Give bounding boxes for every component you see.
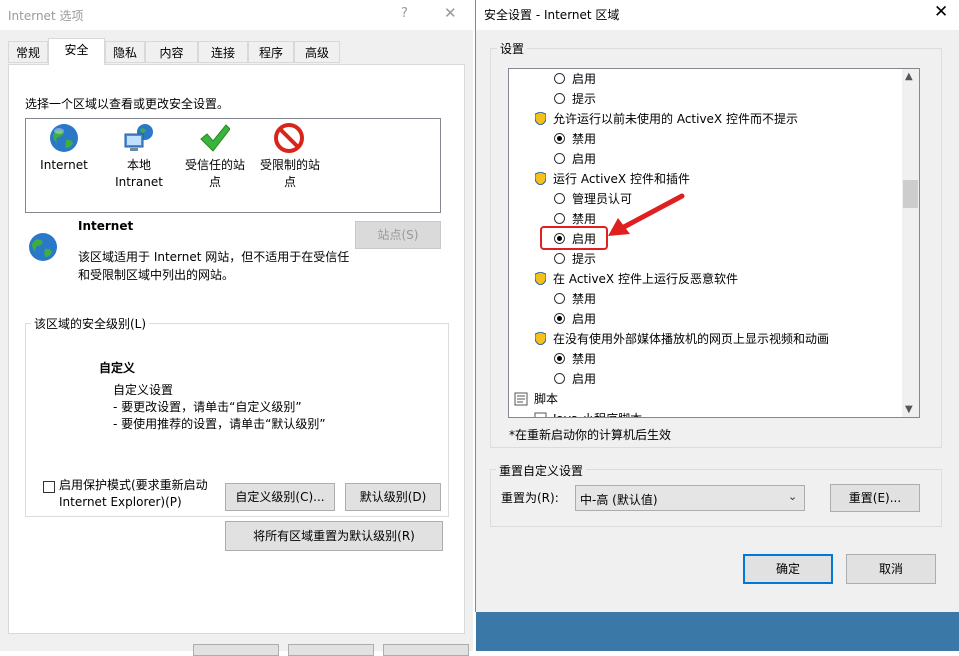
zone-intranet-label: 本地 Intranet bbox=[115, 158, 163, 189]
radio-button[interactable] bbox=[554, 93, 565, 104]
radio-button[interactable] bbox=[554, 373, 565, 384]
reset-to-label: 重置为(R): bbox=[501, 491, 559, 505]
security-level-description: 自定义设置 - 要更改设置，请单击“自定义级别” - 要使用推荐的设置，请单击“… bbox=[113, 382, 326, 433]
radio-label: 提示 bbox=[572, 252, 597, 266]
custom-level-button[interactable]: 自定义级别(C)... bbox=[225, 483, 335, 511]
radio-button[interactable] bbox=[554, 313, 565, 324]
tab-security[interactable]: 安全 bbox=[48, 38, 105, 65]
tab-content[interactable]: 内容 bbox=[145, 41, 198, 63]
shield-icon bbox=[535, 332, 546, 345]
section-heading: 脚本 bbox=[534, 392, 559, 406]
zone-restricted-label: 受限制的站点 bbox=[259, 158, 320, 189]
globe-icon bbox=[29, 233, 57, 261]
ok-button[interactable] bbox=[193, 644, 279, 656]
zone-trusted-label: 受信任的站点 bbox=[184, 158, 245, 189]
tab-general[interactable]: 常规 bbox=[8, 41, 48, 63]
zone-intranet[interactable]: 本地 Intranet bbox=[104, 120, 174, 192]
internet-options-title: Internet 选项 bbox=[8, 9, 84, 23]
shield-icon bbox=[535, 272, 546, 285]
globe-icon bbox=[50, 124, 78, 152]
reset-button[interactable]: 重置(E)... bbox=[830, 484, 920, 512]
checkmark-icon bbox=[200, 124, 230, 152]
protected-mode-label: 启用保护模式(要求重新启动 Internet Explorer)(P) bbox=[59, 478, 208, 509]
radio-button[interactable] bbox=[554, 213, 565, 224]
level-line: 自定义设置 bbox=[113, 383, 174, 397]
setting-heading: 运行 ActiveX 控件和插件 bbox=[553, 172, 690, 186]
close-button[interactable]: ✕ bbox=[444, 4, 457, 22]
apply-button[interactable] bbox=[383, 644, 469, 656]
tab-privacy[interactable]: 隐私 bbox=[105, 41, 145, 63]
script-icon bbox=[534, 412, 547, 417]
close-button[interactable]: ✕ bbox=[934, 2, 948, 22]
reset-to-value: 中-高 (默认值) bbox=[580, 493, 658, 507]
radio-label: 禁用 bbox=[572, 352, 597, 366]
zone-prompt: 选择一个区域以查看或更改安全设置。 bbox=[25, 97, 230, 111]
sites-button[interactable]: 站点(S) bbox=[355, 221, 441, 249]
restricted-icon bbox=[274, 123, 304, 153]
radio-label: 禁用 bbox=[572, 292, 597, 306]
desktop-background bbox=[476, 612, 959, 651]
selected-zone-title: Internet bbox=[78, 219, 134, 233]
reset-to-select[interactable]: 中-高 (默认值) ⌄ bbox=[575, 485, 805, 511]
zone-trusted[interactable]: 受信任的站点 bbox=[180, 120, 250, 192]
radio-label: 启用 bbox=[572, 72, 597, 86]
level-line: - 要使用推荐的设置，请单击“默认级别” bbox=[113, 417, 326, 431]
radio-button[interactable] bbox=[554, 193, 565, 204]
level-line: - 要更改设置，请单击“自定义级别” bbox=[113, 400, 302, 414]
radio-label: 启用 bbox=[572, 152, 597, 166]
highlight-box bbox=[540, 226, 608, 250]
cancel-button[interactable] bbox=[288, 644, 374, 656]
security-settings-title: 安全设置 - Internet 区域 bbox=[484, 8, 620, 22]
radio-button[interactable] bbox=[554, 73, 565, 84]
security-level-name: 自定义 bbox=[99, 361, 136, 375]
radio-label: 提示 bbox=[572, 92, 597, 106]
scrollbar[interactable] bbox=[902, 69, 919, 417]
shield-icon bbox=[535, 172, 546, 185]
chevron-down-icon: ⌄ bbox=[788, 490, 798, 503]
script-icon bbox=[514, 392, 528, 406]
radio-button[interactable] bbox=[554, 153, 565, 164]
restart-note: *在重新启动你的计算机后生效 bbox=[509, 428, 672, 442]
scroll-up-icon[interactable]: ▲ bbox=[905, 71, 913, 82]
zone-internet-label: Internet bbox=[40, 158, 88, 172]
shield-icon bbox=[535, 112, 546, 125]
setting-heading: 允许运行以前未使用的 ActiveX 控件而不提示 bbox=[553, 112, 798, 126]
setting-heading: 在 ActiveX 控件上运行反恶意软件 bbox=[553, 272, 738, 286]
radio-button[interactable] bbox=[554, 253, 565, 264]
selected-zone-description: 该区域适用于 Internet 网站，但不适用于在受信任和受限制区域中列出的网站… bbox=[78, 250, 350, 282]
intranet-icon bbox=[124, 124, 153, 151]
security-level-label: 该区域的安全级别(L) bbox=[31, 315, 150, 332]
help-button[interactable]: ? bbox=[401, 6, 408, 21]
tab-programs[interactable]: 程序 bbox=[248, 41, 294, 63]
settings-group-label: 设置 bbox=[497, 40, 528, 57]
radio-label: 启用 bbox=[572, 312, 597, 326]
zone-restricted[interactable]: 受限制的站点 bbox=[255, 120, 325, 192]
radio-button[interactable] bbox=[554, 133, 565, 144]
default-level-button[interactable]: 默认级别(D) bbox=[345, 483, 441, 511]
arrow-annotation-icon bbox=[608, 193, 685, 236]
protected-mode-checkbox[interactable] bbox=[43, 481, 55, 493]
setting-heading: Java 小程序脚本 bbox=[553, 409, 642, 417]
radio-label: 启用 bbox=[572, 372, 597, 386]
cancel-button[interactable]: 取消 bbox=[846, 554, 936, 584]
radio-label: 禁用 bbox=[572, 132, 597, 146]
radio-button[interactable] bbox=[554, 293, 565, 304]
scroll-down-icon[interactable]: ▼ bbox=[905, 404, 913, 415]
radio-button[interactable] bbox=[554, 353, 565, 364]
tab-connections[interactable]: 连接 bbox=[198, 41, 248, 63]
ok-button[interactable]: 确定 bbox=[743, 554, 833, 584]
scroll-thumb[interactable] bbox=[903, 180, 918, 208]
zone-internet[interactable]: Internet bbox=[31, 120, 97, 190]
reset-group-label: 重置自定义设置 bbox=[496, 462, 587, 479]
tab-advanced[interactable]: 高级 bbox=[294, 41, 340, 63]
reset-all-zones-button[interactable]: 将所有区域重置为默认级别(R) bbox=[225, 521, 443, 551]
setting-heading: 在没有使用外部媒体播放机的网页上显示视频和动画 bbox=[553, 332, 830, 346]
